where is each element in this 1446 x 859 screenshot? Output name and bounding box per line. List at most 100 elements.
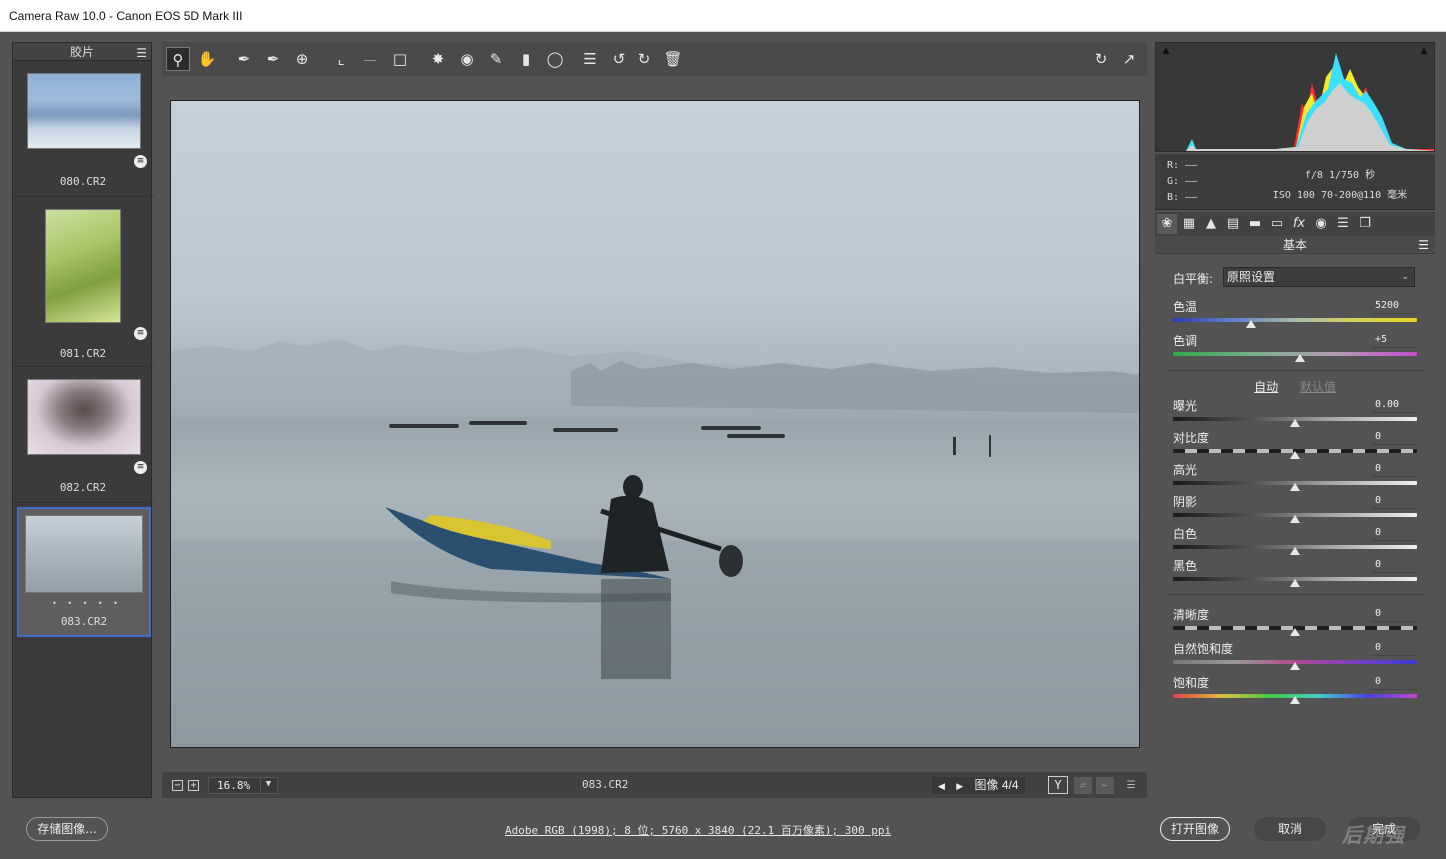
slider-thumb[interactable] (1290, 419, 1300, 427)
slider-thumb[interactable] (1290, 579, 1300, 587)
swap-settings-icon[interactable]: ⇄ (1074, 777, 1092, 794)
color-sampler-icon[interactable]: ✒ (261, 47, 285, 71)
filmstrip-item-081[interactable]: ≡ 081.CR2 (13, 199, 153, 367)
slider-highlights[interactable]: 高光 0 (1173, 461, 1417, 491)
graduated-filter-icon[interactable]: ▮ (514, 47, 538, 71)
tab-hsl-icon[interactable]: ▤ (1223, 214, 1243, 234)
slider-value[interactable]: 0 (1371, 527, 1417, 541)
default-button[interactable]: 默认值 (1300, 380, 1336, 394)
radial-filter-icon[interactable]: ◯ (543, 47, 567, 71)
slider-thumb[interactable] (1246, 320, 1257, 328)
slider-thumb[interactable] (1294, 354, 1305, 362)
preferences-icon[interactable]: ☰ (578, 47, 602, 71)
slider-thumb[interactable] (1290, 628, 1300, 636)
slider-thumb[interactable] (1290, 547, 1300, 555)
thumbnail-filename: 080.CR2 (59, 175, 107, 188)
tab-calibration-icon[interactable]: ◉ (1311, 214, 1331, 234)
slider-temperature[interactable]: 色温 5200 (1173, 298, 1417, 328)
filmstrip-menu-icon[interactable]: ☰ (136, 44, 147, 62)
slider-clarity[interactable]: 清晰度 0 (1173, 606, 1417, 636)
slider-label: 曝光 (1173, 399, 1198, 413)
slider-thumb[interactable] (1290, 662, 1300, 670)
tab-tone-curve-icon[interactable]: ▦ (1179, 214, 1199, 234)
slider-value[interactable]: +5 (1371, 334, 1417, 348)
crop-icon[interactable]: ⌞ (329, 47, 353, 71)
save-image-button[interactable]: 存储图像... (26, 817, 108, 841)
zoom-out-button[interactable]: − (172, 780, 183, 791)
slider-value[interactable]: 0.00 (1371, 399, 1417, 413)
slider-shadows[interactable]: 阴影 0 (1173, 493, 1417, 523)
adjustment-brush-icon[interactable]: ✎ (484, 47, 508, 71)
hand-icon[interactable]: ✋ (195, 47, 219, 71)
zoom-icon[interactable]: ⚲ (166, 47, 190, 71)
tab-split-toning-icon[interactable]: ▬ (1245, 214, 1265, 234)
auto-button[interactable]: 自动 (1254, 380, 1278, 394)
spot-removal-icon[interactable]: ✸ (426, 47, 450, 71)
slider-exposure[interactable]: 曝光 0.00 (1173, 397, 1417, 427)
slider-whites[interactable]: 白色 0 (1173, 525, 1417, 555)
workflow-options-link[interactable]: Adobe RGB (1998); 8 位; 5760 x 3840 (22.1… (505, 822, 891, 838)
highlight-clipping-icon[interactable]: ▲ (1418, 45, 1430, 57)
filmstrip-item-082[interactable]: ≡ 082.CR2 (13, 369, 153, 503)
slider-vibrance[interactable]: 自然饱和度 0 (1173, 640, 1417, 670)
filmstrip-panel: 胶片 ☰ ≡ 080.CR2 ≡ 081.CR2 ≡ 082.CR2 • • •… (12, 42, 153, 798)
cancel-button[interactable]: 取消 (1254, 817, 1326, 841)
slider-thumb[interactable] (1290, 451, 1300, 459)
cycle-icon[interactable]: ↻ (1089, 47, 1113, 71)
prev-image-button[interactable]: ◀ (938, 781, 945, 791)
open-image-button[interactable]: 打开图像 (1160, 817, 1230, 841)
slider-value[interactable]: 5200 (1371, 300, 1417, 314)
next-image-button[interactable]: ▶ (956, 781, 963, 791)
slider-thumb[interactable] (1290, 515, 1300, 523)
slider-thumb[interactable] (1290, 483, 1300, 491)
slider-value[interactable]: 0 (1371, 463, 1417, 477)
slider-value[interactable]: 0 (1371, 431, 1417, 445)
aperture-shutter: f/8 1/750 秒 (1304, 170, 1376, 181)
panel-menu-icon[interactable]: ☰ (1418, 236, 1429, 254)
slider-label: 对比度 (1173, 431, 1210, 445)
rotate-right-icon[interactable]: ↻ (632, 47, 656, 71)
slider-value[interactable]: 0 (1371, 608, 1417, 622)
slider-value[interactable]: 0 (1371, 676, 1417, 690)
filmstrip-item-080[interactable]: ≡ 080.CR2 (13, 63, 153, 197)
slider-value[interactable]: 0 (1371, 559, 1417, 573)
fullscreen-icon[interactable]: ↗ (1117, 47, 1141, 71)
straighten-icon[interactable]: ⏤ (358, 47, 382, 71)
transform-icon[interactable]: □ (388, 47, 412, 71)
filmstrip-item-083[interactable]: • • • • • 083.CR2 (17, 507, 151, 637)
zoom-in-button[interactable]: + (188, 780, 199, 791)
slider-tint[interactable]: 色调 +5 (1173, 332, 1417, 362)
white-balance-select[interactable]: 原照设置 ⌄ (1223, 267, 1415, 287)
tab-snapshots-icon[interactable]: ❐ (1355, 214, 1375, 234)
tab-detail-icon[interactable]: ▲ (1201, 214, 1221, 234)
tab-basic-icon[interactable]: ❀ (1157, 214, 1177, 234)
white-balance-icon[interactable]: ✒ (232, 47, 256, 71)
slider-thumb[interactable] (1290, 696, 1300, 704)
rating-dots[interactable]: • • • • • (19, 599, 155, 608)
red-eye-icon[interactable]: ◉ (455, 47, 479, 71)
preview-image[interactable] (170, 100, 1140, 748)
target-adjust-icon[interactable]: ⊕ (290, 47, 314, 71)
copy-settings-icon[interactable]: ⇤ (1096, 777, 1114, 794)
tool-bar: ⚲ ✋ ✒ ✒ ⊕ ⌞ ⏤ □ ✸ ◉ ✎ ▮ ◯ ☰ ↺ ↻ 🗑 ↻ ↗ (162, 42, 1147, 76)
preview-preferences-icon[interactable]: ☰ (1122, 777, 1140, 794)
slider-track[interactable] (1173, 318, 1417, 322)
rotate-left-icon[interactable]: ↺ (607, 47, 631, 71)
tab-effects-icon[interactable]: fx (1289, 214, 1309, 234)
tab-lens-icon[interactable]: ▭ (1267, 214, 1287, 234)
slider-blacks[interactable]: 黑色 0 (1173, 557, 1417, 587)
slider-value[interactable]: 0 (1371, 642, 1417, 656)
thumbnail-filename: 083.CR2 (60, 615, 108, 628)
before-after-button[interactable]: Y (1048, 776, 1068, 794)
slider-contrast[interactable]: 对比度 0 (1173, 429, 1417, 459)
camera-info: R: —— G: —— B: —— f/8 1/750 秒 ISO 100 70… (1155, 154, 1435, 210)
slider-value[interactable]: 0 (1371, 495, 1417, 509)
slider-saturation[interactable]: 饱和度 0 (1173, 674, 1417, 704)
watermark-logo: 后期强 (1342, 825, 1405, 847)
shadow-clipping-icon[interactable]: ▲ (1160, 45, 1172, 57)
chevron-down-icon[interactable]: ▼ (260, 777, 276, 794)
trash-icon[interactable]: 🗑 (661, 47, 685, 71)
readout-r: R: —— (1167, 160, 1198, 171)
thumbnail-filename: 082.CR2 (59, 481, 107, 494)
tab-presets-icon[interactable]: ☰ (1333, 214, 1353, 234)
